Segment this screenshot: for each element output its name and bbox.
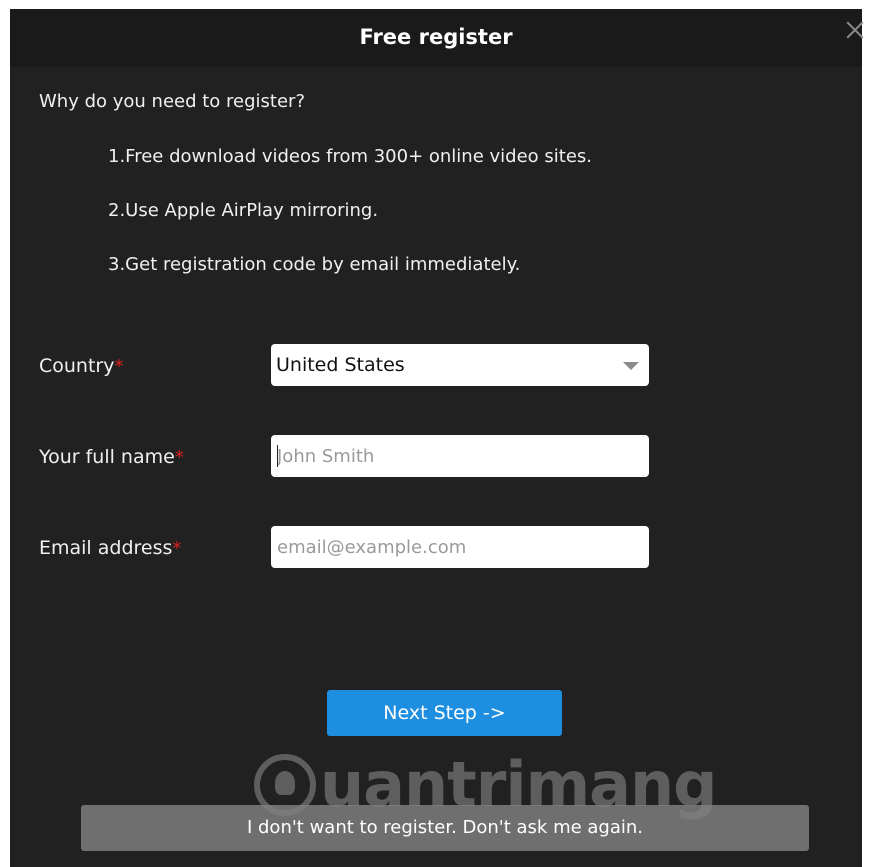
intro-question: Why do you need to register? [39, 91, 306, 112]
reason-item: 3.Get registration code by email immedia… [108, 254, 521, 275]
country-selected-value: United States [276, 354, 405, 376]
required-marker: * [174, 447, 184, 468]
full-name-label-text: Your full name [39, 446, 175, 468]
register-dialog: Free register Why do you need to registe… [10, 9, 862, 867]
required-marker: * [172, 538, 182, 559]
required-marker: * [114, 356, 124, 377]
close-icon[interactable] [844, 19, 866, 41]
reason-item: 2.Use Apple AirPlay mirroring. [108, 200, 379, 221]
email-input[interactable] [271, 526, 649, 568]
full-name-input[interactable] [271, 435, 649, 477]
full-name-label: Your full name* [39, 446, 184, 468]
email-field-box [271, 526, 649, 568]
country-label: Country* [39, 355, 123, 377]
title-bar: Free register [10, 9, 862, 67]
email-label-text: Email address [39, 537, 173, 559]
country-label-text: Country [39, 355, 115, 377]
email-label: Email address* [39, 537, 181, 559]
reason-item: 1.Free download videos from 300+ online … [108, 146, 593, 167]
chevron-down-icon[interactable] [623, 362, 639, 370]
next-step-button[interactable]: Next Step -> [327, 690, 562, 736]
text-caret [277, 445, 278, 467]
dialog-title: Free register [359, 25, 513, 49]
full-name-field-box [271, 435, 649, 477]
dont-register-button[interactable]: I don't want to register. Don't ask me a… [81, 805, 809, 851]
country-select[interactable]: United States [271, 344, 649, 386]
